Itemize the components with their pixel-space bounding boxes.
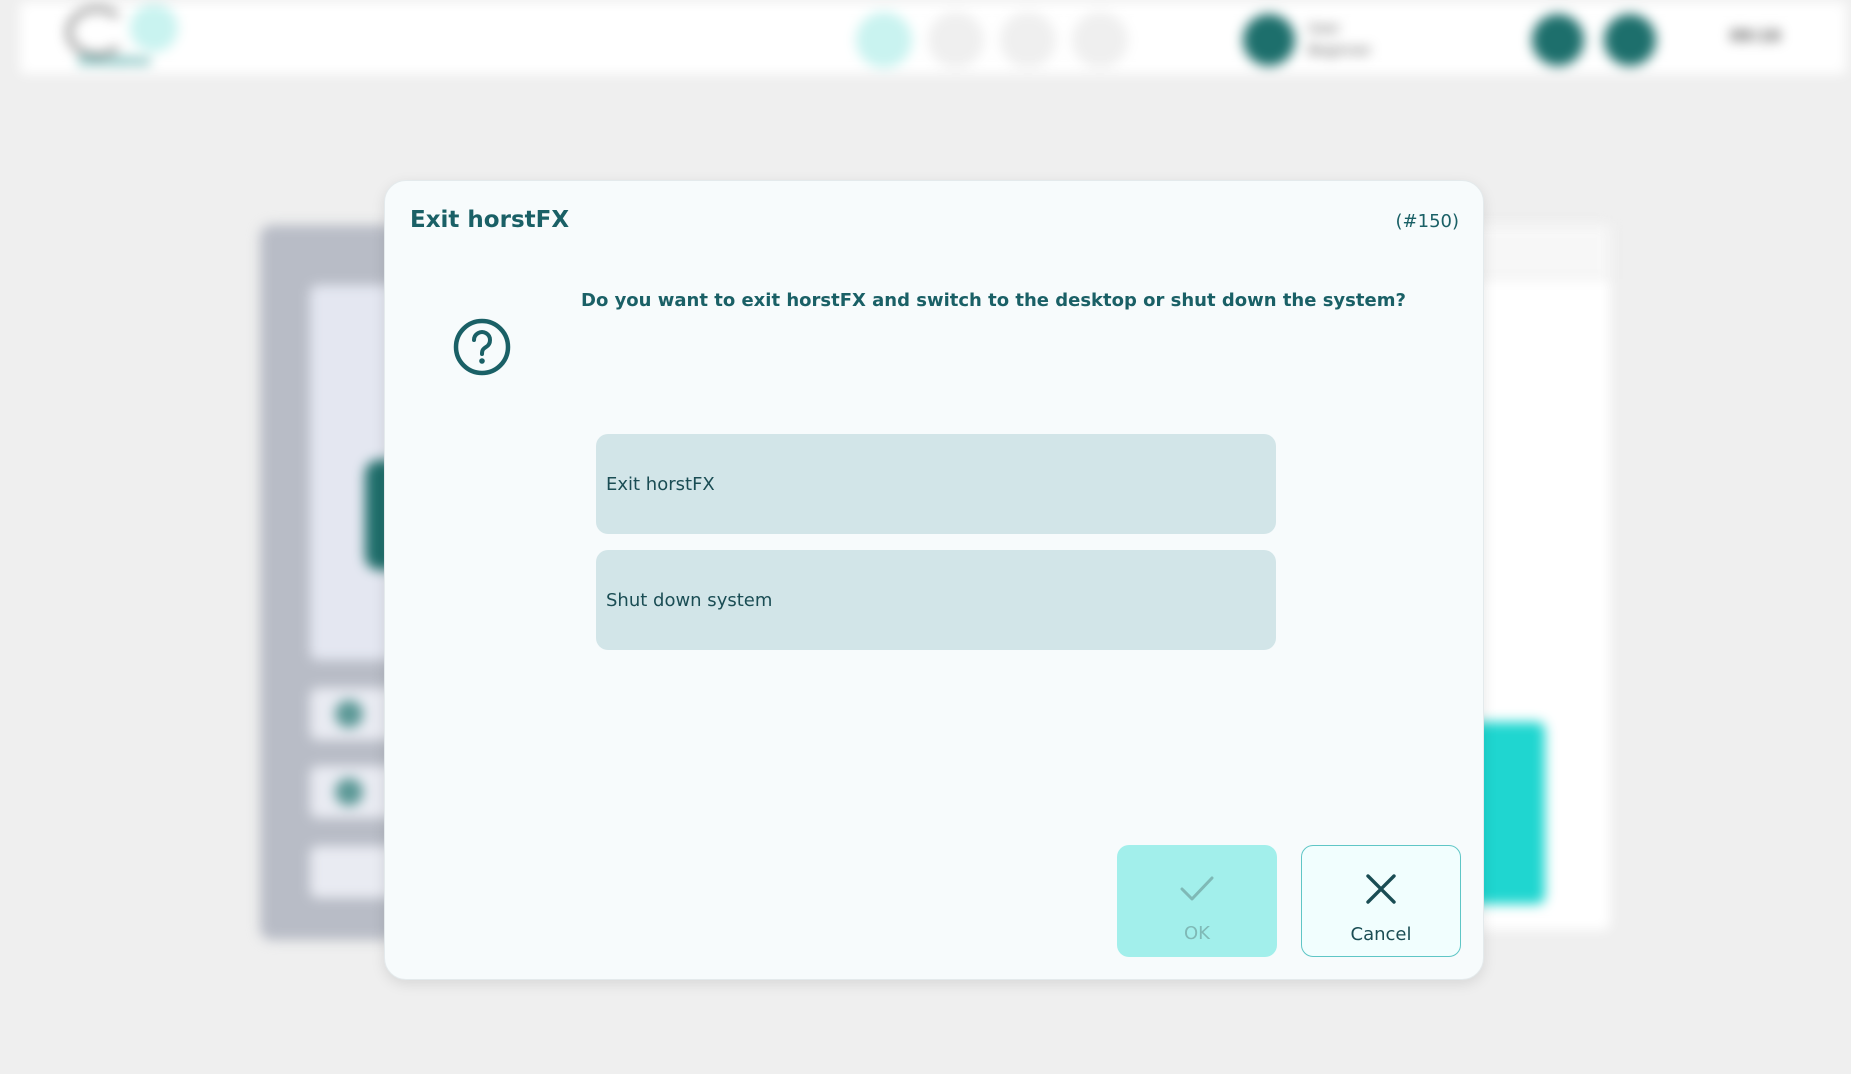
option-shut-down-system[interactable]: Shut down system [596, 550, 1276, 650]
option-list: Exit horstFX Shut down system [596, 434, 1276, 666]
close-icon [1366, 874, 1396, 904]
question-circle-icon [453, 318, 511, 376]
dialog-id: (#150) [1395, 211, 1459, 232]
screen: Simulation User Beginner 09:16 Exit hors… [0, 0, 1851, 1074]
nav-button-4[interactable] [1072, 12, 1128, 68]
nav-button-3[interactable] [1000, 12, 1056, 68]
nav-button-home[interactable] [856, 12, 912, 68]
dialog-message: Do you want to exit horstFX and switch t… [581, 290, 1406, 311]
clock: 09:16 [1730, 26, 1781, 45]
nav-button-2[interactable] [928, 12, 984, 68]
cancel-button[interactable]: Cancel [1301, 845, 1461, 957]
option-label: Shut down system [606, 590, 773, 611]
cancel-label: Cancel [1350, 924, 1412, 945]
checkmark-icon [1180, 876, 1214, 901]
user-avatar[interactable] [1243, 14, 1295, 66]
side-button-1-icon [335, 700, 363, 728]
ok-button[interactable]: OK [1117, 845, 1277, 957]
logo-badge [130, 4, 178, 52]
user-info: User Beginner [1308, 18, 1388, 62]
ok-label: OK [1184, 923, 1210, 944]
option-label: Exit horstFX [606, 474, 715, 495]
logo-icon [66, 6, 128, 58]
user-level: Beginner [1308, 43, 1372, 59]
status-icon-2[interactable] [1604, 14, 1656, 66]
logo-caption: Simulation [78, 54, 151, 68]
option-exit-horstfx[interactable]: Exit horstFX [596, 434, 1276, 534]
side-button-2-icon [335, 778, 363, 806]
dialog-title: Exit horstFX [410, 207, 570, 233]
exit-dialog: Exit horstFX (#150) Do you want to exit … [384, 180, 1484, 980]
status-icon-1[interactable] [1532, 14, 1584, 66]
user-name: User [1308, 21, 1340, 37]
